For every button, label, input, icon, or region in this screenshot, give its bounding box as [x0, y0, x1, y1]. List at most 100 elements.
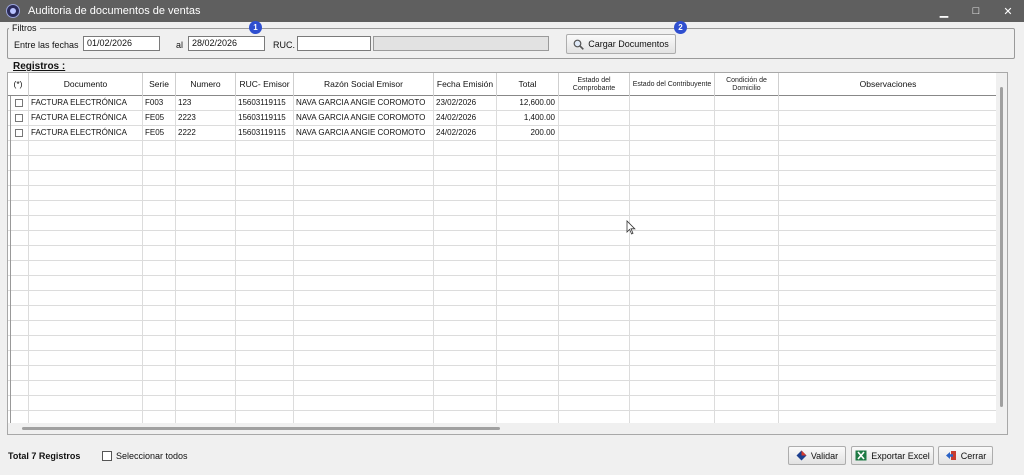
table-cell [434, 366, 497, 381]
table-cell [559, 201, 630, 216]
table-cell [143, 336, 176, 351]
table-cell [434, 306, 497, 321]
select-all-checkbox[interactable] [102, 451, 112, 461]
table-cell [434, 186, 497, 201]
ruc-label: RUC. [273, 40, 295, 50]
to-date-input[interactable]: 28/02/2026 [188, 36, 265, 51]
row-checkbox[interactable] [15, 99, 23, 107]
col-header-observations[interactable]: Observaciones [779, 73, 998, 96]
validate-button[interactable]: Validar [788, 446, 846, 465]
table-cell [715, 96, 779, 111]
table-cell [176, 366, 236, 381]
table-row[interactable]: FACTURA ELECTRÓNICA F003 123 15603119115 NAV… [8, 96, 998, 111]
table-cell [779, 231, 998, 246]
table-cell [779, 96, 998, 111]
table-cell [630, 156, 715, 171]
col-header-select[interactable]: (*) [8, 73, 29, 96]
vertical-scroll-thumb[interactable] [1000, 87, 1003, 407]
table-row[interactable]: FACTURA ELECTRÓNICA FE05 2222 15603119115 NA… [8, 126, 998, 141]
table-cell [434, 156, 497, 171]
table-cell [176, 381, 236, 396]
table-cell [630, 261, 715, 276]
row-checkbox[interactable] [15, 114, 23, 122]
table-cell [434, 201, 497, 216]
table-cell [497, 351, 559, 366]
col-header-total[interactable]: Total [497, 73, 559, 96]
table-cell [434, 231, 497, 246]
col-header-taxpayer-status[interactable]: Estado del Contribuyente [630, 73, 715, 96]
table-cell [715, 186, 779, 201]
table-cell [29, 171, 143, 186]
table-cell [176, 171, 236, 186]
col-header-document[interactable]: Documento [29, 73, 143, 96]
table-cell [236, 381, 294, 396]
table-cell [143, 231, 176, 246]
row-checkbox[interactable] [15, 129, 23, 137]
table-cell [630, 171, 715, 186]
table-row[interactable]: FACTURA ELECTRÓNICA FE05 2223 15603119115 NA… [8, 111, 998, 126]
row-select-cell [8, 141, 29, 156]
table-cell [715, 201, 779, 216]
table-cell [176, 291, 236, 306]
ruc-input[interactable] [297, 36, 371, 51]
row-select-cell [8, 156, 29, 171]
close-button[interactable]: Cerrar [938, 446, 993, 465]
horizontal-scrollbar[interactable] [8, 423, 998, 434]
col-header-receipt-status[interactable]: Estado del Comprobante [559, 73, 630, 96]
app-logo-icon [6, 4, 20, 18]
minimize-button[interactable]: ▁ [928, 0, 960, 22]
table-cell [715, 396, 779, 411]
table-cell [294, 246, 434, 261]
table-cell [29, 231, 143, 246]
table-cell [236, 291, 294, 306]
empty-table-row [8, 141, 998, 156]
export-excel-button[interactable]: Exportar Excel [851, 446, 934, 465]
table-cell [294, 171, 434, 186]
col-header-ruc[interactable]: RUC- Emisor [236, 73, 294, 96]
row-indicator-line [10, 96, 11, 425]
table-cell [434, 276, 497, 291]
from-date-input[interactable]: 01/02/2026 [83, 36, 160, 51]
table-cell [29, 321, 143, 336]
vertical-scrollbar[interactable] [996, 73, 1007, 434]
col-header-company-name[interactable]: Razón Social Emisor [294, 73, 434, 96]
table-cell [715, 171, 779, 186]
horizontal-scroll-thumb[interactable] [22, 427, 500, 430]
table-cell [497, 366, 559, 381]
row-select-cell [8, 261, 29, 276]
records-grid[interactable]: (*) Documento Serie Numero RUC- Emisor R… [7, 72, 1008, 435]
row-select-cell [8, 216, 29, 231]
callout-badge-2: 2 [674, 21, 687, 34]
table-cell [294, 291, 434, 306]
table-cell [779, 111, 998, 126]
table-cell [143, 156, 176, 171]
table-cell [176, 306, 236, 321]
col-header-domicile[interactable]: Condición de Domicilio [715, 73, 779, 96]
table-cell [434, 351, 497, 366]
col-header-series[interactable]: Serie [143, 73, 176, 96]
mouse-cursor-icon [626, 220, 636, 235]
table-cell [294, 276, 434, 291]
table-cell [143, 396, 176, 411]
table-cell: 1,400.00 [497, 111, 559, 126]
select-all-control[interactable]: Seleccionar todos [102, 451, 188, 461]
table-cell [29, 261, 143, 276]
table-cell [630, 321, 715, 336]
table-cell [143, 276, 176, 291]
title-bar: Auditoria de documentos de ventas ▁ □ ✕ [0, 0, 1024, 22]
table-cell [143, 291, 176, 306]
col-header-issue-date[interactable]: Fecha Emisión [434, 73, 497, 96]
empty-table-row [8, 156, 998, 171]
table-cell [715, 126, 779, 141]
table-cell [630, 111, 715, 126]
to-date-label: al [176, 40, 184, 50]
col-header-number[interactable]: Numero [176, 73, 236, 96]
close-window-button[interactable]: ✕ [992, 0, 1024, 22]
row-select-cell [8, 186, 29, 201]
table-cell [143, 201, 176, 216]
maximize-button[interactable]: □ [960, 0, 992, 22]
table-cell [434, 381, 497, 396]
load-documents-button[interactable]: Cargar Documentos [566, 34, 676, 54]
empty-table-row [8, 381, 998, 396]
filters-legend: Filtros [9, 23, 40, 33]
